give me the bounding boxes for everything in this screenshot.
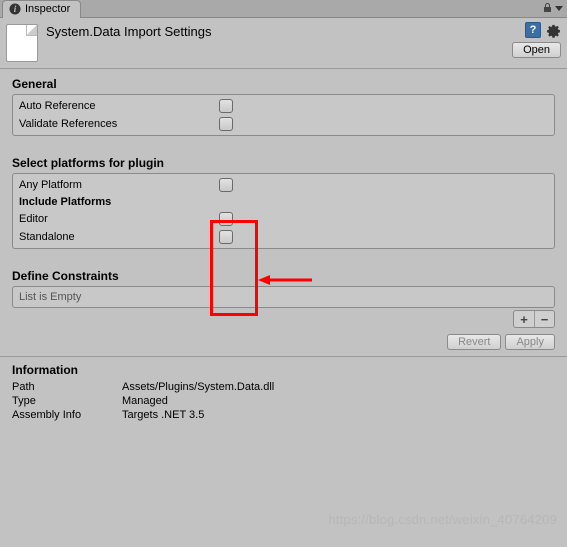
any-platform-row: Any Platform — [19, 176, 548, 194]
validate-references-checkbox[interactable] — [219, 117, 233, 131]
panel-options — [542, 2, 567, 16]
standalone-row: Standalone — [19, 228, 548, 246]
tab-label: Inspector — [25, 3, 70, 15]
constraints-add-button[interactable]: + — [514, 311, 534, 327]
file-icon — [6, 24, 38, 62]
info-type-label: Type — [12, 395, 122, 407]
include-platforms-heading: Include Platforms — [19, 194, 548, 210]
info-type-value: Managed — [122, 395, 168, 407]
any-platform-checkbox[interactable] — [219, 178, 233, 192]
asset-title: System.Data Import Settings — [46, 22, 211, 39]
info-path-label: Path — [12, 381, 122, 393]
divider — [0, 356, 567, 357]
lock-icon[interactable] — [542, 2, 553, 16]
help-icon[interactable]: ? — [525, 22, 541, 38]
auto-reference-label: Auto Reference — [19, 100, 219, 112]
info-type-row: Type Managed — [12, 394, 555, 408]
editor-checkbox[interactable] — [219, 212, 233, 226]
constraints-heading: Define Constraints — [12, 269, 555, 283]
tab-bar: i Inspector — [0, 0, 567, 18]
divider — [0, 68, 567, 69]
platforms-heading: Select platforms for plugin — [12, 156, 555, 170]
any-platform-label: Any Platform — [19, 179, 219, 191]
revert-button[interactable]: Revert — [447, 334, 501, 350]
editor-row: Editor — [19, 210, 548, 228]
platforms-box: Any Platform Include Platforms Editor St… — [12, 173, 555, 249]
validate-references-row: Validate References — [19, 115, 548, 133]
info-assembly-row: Assembly Info Targets .NET 3.5 — [12, 408, 555, 422]
info-path-row: Path Assets/Plugins/System.Data.dll — [12, 380, 555, 394]
open-button[interactable]: Open — [512, 42, 561, 58]
info-icon: i — [9, 3, 21, 15]
standalone-label: Standalone — [19, 231, 219, 243]
gear-icon[interactable] — [545, 22, 561, 38]
general-heading: General — [12, 77, 555, 91]
auto-reference-checkbox[interactable] — [219, 99, 233, 113]
validate-references-label: Validate References — [19, 118, 219, 130]
info-path-value: Assets/Plugins/System.Data.dll — [122, 381, 274, 393]
auto-reference-row: Auto Reference — [19, 97, 548, 115]
action-buttons: Revert Apply — [0, 328, 567, 354]
constraints-list-footer: + − — [12, 310, 555, 328]
editor-label: Editor — [19, 213, 219, 225]
inspector-tab[interactable]: i Inspector — [2, 0, 81, 18]
info-assembly-value: Targets .NET 3.5 — [122, 409, 204, 421]
constraints-empty-text: List is Empty — [13, 287, 554, 307]
apply-button[interactable]: Apply — [505, 334, 555, 350]
general-box: Auto Reference Validate References — [12, 94, 555, 136]
watermark: https://blog.csdn.net/weixin_40764209 — [328, 512, 557, 527]
asset-header: System.Data Import Settings ? Open — [0, 18, 567, 64]
info-assembly-label: Assembly Info — [12, 409, 122, 421]
constraints-box: List is Empty — [12, 286, 555, 308]
panel-menu-dropdown-icon[interactable] — [555, 6, 563, 11]
standalone-checkbox[interactable] — [219, 230, 233, 244]
information-heading: Information — [12, 363, 555, 377]
constraints-remove-button[interactable]: − — [534, 311, 554, 327]
